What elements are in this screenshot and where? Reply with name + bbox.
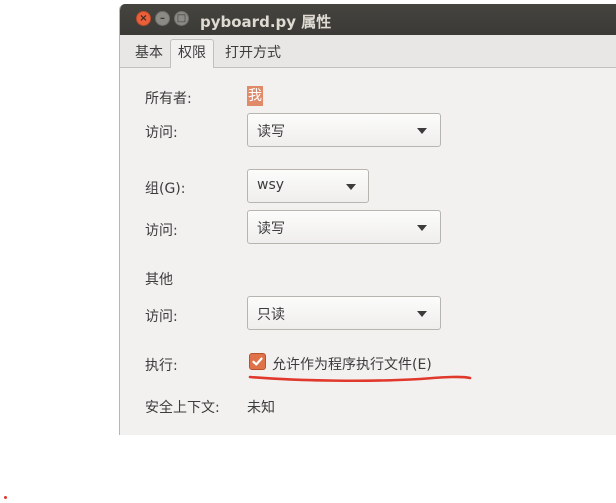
annotation-underline — [248, 375, 472, 383]
annotation-dot — [4, 496, 7, 499]
